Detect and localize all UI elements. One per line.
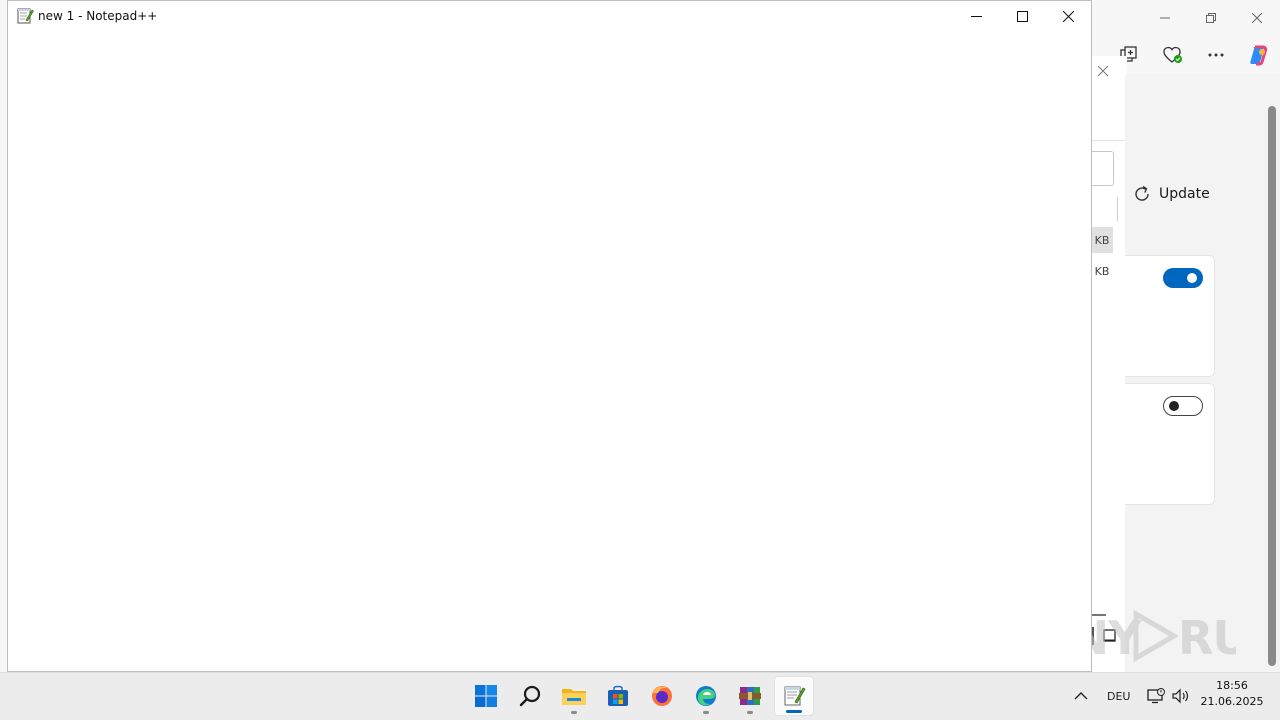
download-size-selected: KB: [1091, 227, 1113, 253]
clock-date: 21.06.2025: [1200, 695, 1264, 708]
notepadpp-caption-buttons: [953, 1, 1091, 31]
running-indicator: [703, 711, 709, 714]
browser-essentials-button[interactable]: [1160, 44, 1186, 66]
speaker-icon: [1172, 688, 1188, 704]
notepadpp-titlebar[interactable]: new 1 - Notepad++: [8, 1, 1091, 31]
edge-minimize-button[interactable]: [1142, 0, 1188, 36]
edge-button[interactable]: [686, 676, 726, 716]
refresh-icon: [1135, 185, 1149, 201]
copilot-icon: [1250, 45, 1268, 66]
window-title: new 1 - Notepad++: [38, 9, 158, 23]
heart-pulse-icon: [1163, 46, 1182, 63]
edge-close-button[interactable]: [1234, 0, 1280, 36]
download-panel-edge: [1090, 56, 1127, 672]
update-label: Update: [1159, 186, 1210, 202]
start-button[interactable]: [466, 676, 506, 716]
notepadpp-app-icon: [17, 8, 34, 24]
settings-card-2: [1125, 383, 1215, 505]
edge-caption-buttons: [1142, 0, 1280, 36]
restore-icon: [1206, 13, 1216, 23]
language-indicator[interactable]: DEU: [1107, 672, 1130, 720]
close-icon: [1097, 65, 1109, 77]
running-indicator: [747, 711, 753, 714]
clock[interactable]: 18:56 21.06.2025: [1196, 678, 1268, 710]
close-button[interactable]: [1045, 1, 1091, 31]
maximize-icon: [1016, 10, 1028, 22]
editor-area[interactable]: [8, 31, 1091, 671]
search-icon: [519, 685, 541, 707]
chevron-up-icon: [1074, 692, 1088, 700]
copilot-button[interactable]: [1245, 44, 1271, 66]
setting-toggle-1[interactable]: [1163, 268, 1203, 288]
notepadpp-taskbar-button[interactable]: [774, 676, 814, 716]
more-options-button[interactable]: [1203, 44, 1229, 66]
taskbar: [0, 672, 1280, 720]
panel-close-button[interactable]: [1097, 65, 1109, 79]
network-icon: [1147, 688, 1165, 704]
network-button[interactable]: [1147, 672, 1165, 720]
winrar-icon: [739, 687, 761, 705]
setting-toggle-2[interactable]: [1163, 396, 1203, 416]
download-size: KB: [1094, 264, 1110, 278]
store-icon: [608, 685, 628, 706]
show-hidden-icons-button[interactable]: [1074, 672, 1088, 720]
update-button[interactable]: Update: [1133, 182, 1210, 206]
close-icon: [1252, 13, 1262, 23]
notepadpp-window: new 1 - Notepad++: [7, 0, 1092, 672]
minimize-icon: [1160, 17, 1170, 19]
running-indicator: [571, 711, 577, 714]
winrar-button[interactable]: [730, 676, 770, 716]
svg-text:RUN: RUN: [1178, 611, 1236, 665]
minimize-icon: [970, 15, 982, 17]
store-button[interactable]: [598, 676, 638, 716]
settings-card-1: [1125, 255, 1215, 377]
panel-divider: [1091, 140, 1127, 141]
clock-time: 18:56: [1216, 679, 1248, 692]
firefox-icon: [652, 686, 672, 706]
search-button[interactable]: [510, 676, 550, 716]
ellipsis-icon: [1208, 53, 1224, 57]
edge-icon: [696, 686, 716, 706]
settings-scrollbar[interactable]: [1268, 106, 1276, 666]
close-icon: [1062, 10, 1074, 22]
notepadpp-icon: [784, 686, 806, 706]
edge-restore-button[interactable]: [1188, 0, 1234, 36]
panel-separator: [1117, 197, 1118, 221]
firefox-button[interactable]: [642, 676, 682, 716]
active-indicator: [786, 710, 802, 713]
maximize-button[interactable]: [999, 1, 1045, 31]
file-explorer-icon: [562, 689, 586, 705]
panel-search-field[interactable]: [1091, 151, 1114, 186]
volume-button[interactable]: [1172, 672, 1190, 720]
start-icon: [475, 685, 497, 707]
minimize-button[interactable]: [953, 1, 999, 31]
file-explorer-button[interactable]: [554, 676, 594, 716]
